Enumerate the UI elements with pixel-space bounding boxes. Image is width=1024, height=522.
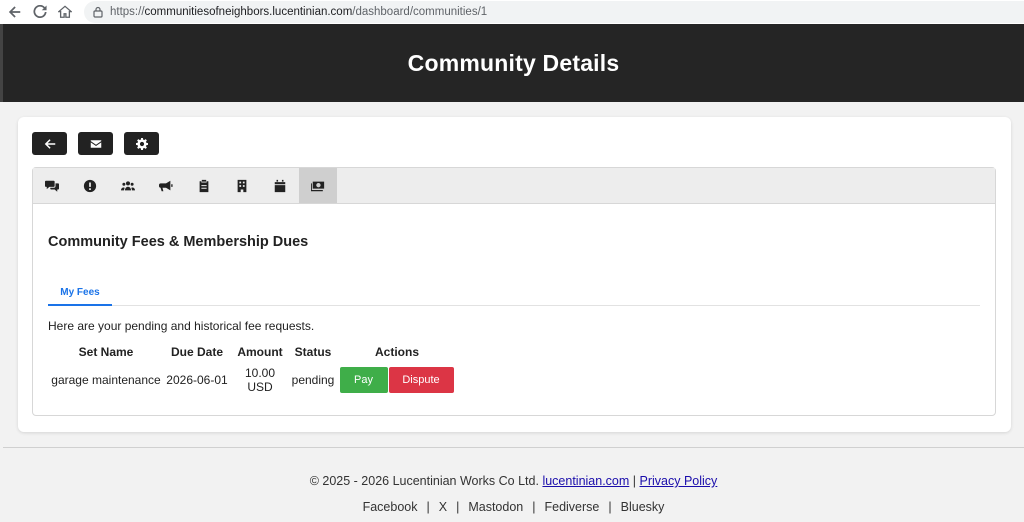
column-header-due-date: Due Date [170,345,223,359]
browser-toolbar: https://communitiesofneighbors.lucentini… [0,0,1024,24]
address-bar[interactable]: https://communitiesofneighbors.lucentini… [84,1,1024,23]
social-links: Facebook | X | Mastodon | Fediverse | Bluesky [3,500,1024,514]
main-area: Community Fees & Membership Dues My Fees… [3,102,1024,447]
table-header-row: Set Name Due Date Amount Status Actions [48,343,458,365]
cell-status: pending [291,373,335,387]
money-icon [311,181,325,191]
clipboard-icon [199,179,209,192]
users-icon [121,180,135,190]
back-nav-button[interactable] [5,2,25,22]
facebook-link[interactable]: Facebook [363,500,418,514]
tab-my-fees[interactable]: My Fees [48,280,112,306]
cell-amount: 10.00 USD [244,366,276,394]
copyright-text: © 2025 - 2026 Lucentinian Works Co Ltd. [309,474,539,488]
tab-alerts[interactable] [71,168,109,203]
alert-icon [83,179,97,192]
tab-buildings[interactable] [223,168,261,203]
table-row: garage maintenance 2026-06-01 10.00 USD … [48,365,458,395]
footer-legal: © 2025 - 2026 Lucentinian Works Co Ltd. … [3,474,1024,488]
fees-description: Here are your pending and historical fee… [48,319,315,333]
tab-fees[interactable] [299,168,337,203]
mastodon-link[interactable]: Mastodon [468,500,523,514]
footer: © 2025 - 2026 Lucentinian Works Co Ltd. … [3,447,1024,522]
cell-set-name: garage maintenance [51,373,161,387]
envelope-icon [90,139,101,148]
tab-members[interactable] [109,168,147,203]
cell-due-date: 2026-06-01 [166,373,228,387]
home-button[interactable] [55,2,75,22]
message-button[interactable] [78,132,113,155]
url-host: communitiesofneighbors.lucentinian.com [144,6,353,18]
reload-button[interactable] [30,2,50,22]
lock-icon [93,6,103,18]
social-divider: | [456,500,460,514]
megaphone-icon [159,180,173,191]
home-icon [58,5,72,18]
community-card: Community Fees & Membership Dues My Fees… [18,117,1011,432]
building-icon [237,179,247,192]
reload-icon [33,5,47,19]
page-title: Community Details [407,49,620,76]
column-header-amount: Amount [237,345,283,359]
fees-table: Set Name Due Date Amount Status Actions … [48,343,458,395]
pay-button[interactable]: Pay [339,367,388,393]
privacy-policy-link[interactable]: Privacy Policy [640,474,718,488]
fediverse-link[interactable]: Fediverse [544,500,599,514]
gear-icon [135,137,148,150]
footer-divider: | [632,474,637,488]
section-title: Community Fees & Membership Dues [48,234,309,250]
comments-icon [45,180,59,192]
icon-tab-strip [33,168,995,204]
social-divider: | [608,500,612,514]
column-header-actions: Actions [374,345,419,359]
social-divider: | [532,500,536,514]
tab-announcements[interactable] [147,168,185,203]
app-header: Community Details [0,24,1024,102]
calendar-icon [274,179,286,192]
dispute-button[interactable]: Dispute [388,367,454,393]
url-path: /dashboard/communities/1 [352,6,488,18]
column-header-status: Status [294,345,332,359]
settings-button[interactable] [124,132,159,155]
bluesky-link[interactable]: Bluesky [621,500,665,514]
cell-actions: Pay Dispute [336,365,458,395]
tab-discussions[interactable] [33,168,71,203]
community-tabs-panel: Community Fees & Membership Dues My Fees… [32,167,996,416]
arrow-left-icon [44,138,55,149]
fees-subtabs: My Fees [48,280,980,306]
action-toolbar [32,132,159,155]
tab-tasks[interactable] [185,168,223,203]
column-header-set-name: Set Name [78,345,134,359]
tab-events[interactable] [261,168,299,203]
url-prefix: https:// [110,6,145,18]
x-link[interactable]: X [439,500,447,514]
social-divider: | [426,500,430,514]
arrow-left-icon [8,6,21,18]
back-button[interactable] [32,132,67,155]
site-link[interactable]: lucentinian.com [542,474,629,488]
